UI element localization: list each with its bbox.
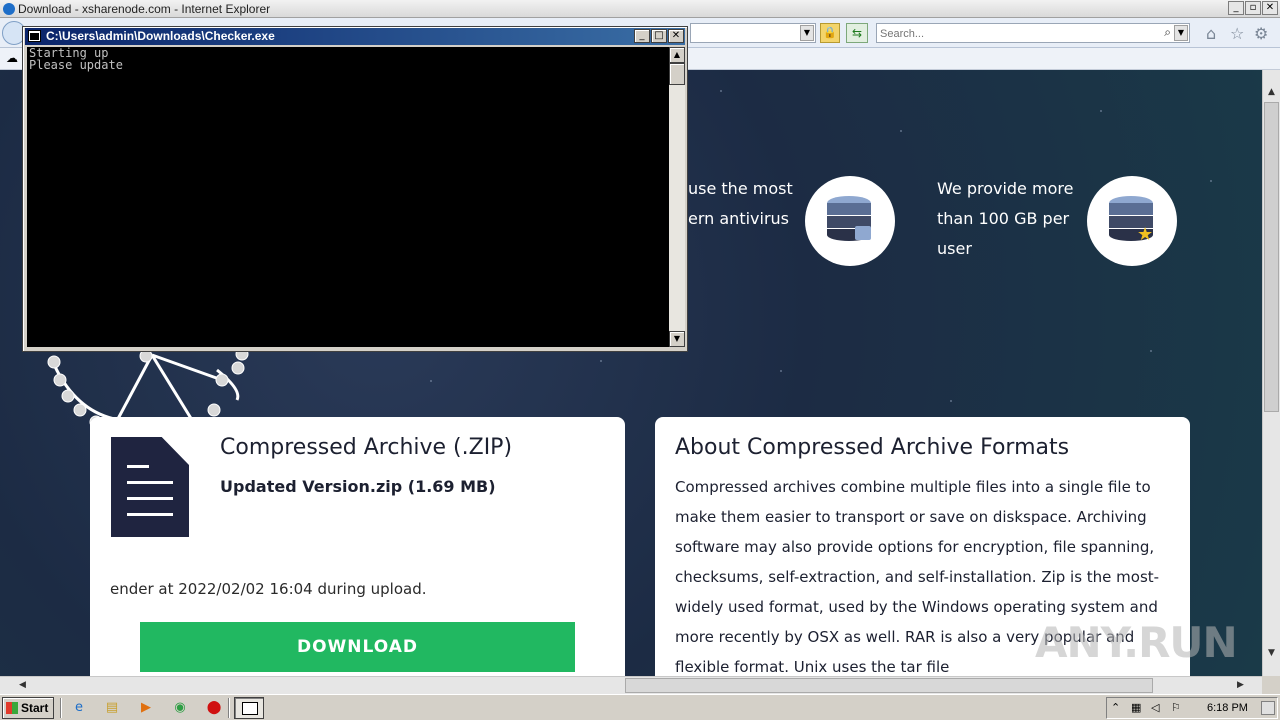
chevron-up-icon[interactable]: ⌃ bbox=[1111, 701, 1120, 714]
file-card: Compressed Archive (.ZIP) Updated Versio… bbox=[90, 417, 625, 676]
start-button[interactable]: Start bbox=[2, 697, 54, 719]
scroll-left-icon[interactable]: ◀ bbox=[14, 677, 31, 694]
feature-text-line: We provide more bbox=[937, 179, 1074, 198]
console-scrollbar[interactable]: ▲ ▼ bbox=[669, 47, 685, 347]
volume-icon[interactable]: ◁ bbox=[1151, 701, 1159, 714]
search-icon[interactable]: ⌕ bbox=[1164, 25, 1171, 40]
opera-icon[interactable]: ⬤ bbox=[203, 698, 225, 718]
taskbar: Start e ▤ ▶ ◉ ⬤ ⌃ ▦ ◁ ⚐ 6:18 PM bbox=[0, 694, 1280, 720]
vertical-scrollbar[interactable]: ▲ ▼ bbox=[1262, 70, 1280, 676]
anyrun-watermark: ANY.RUN bbox=[1035, 618, 1238, 667]
console-window: C:\Users\admin\Downloads\Checker.exe _ □… bbox=[22, 26, 688, 352]
favorites-star-icon[interactable]: ☆ bbox=[1230, 24, 1244, 43]
taskbar-console-button[interactable] bbox=[234, 697, 264, 719]
system-tray: ⌃ ▦ ◁ ⚐ 6:18 PM bbox=[1106, 697, 1278, 719]
chevron-down-icon[interactable]: ▼ bbox=[800, 25, 814, 41]
network-icon[interactable]: ▦ bbox=[1131, 701, 1141, 714]
scroll-right-icon[interactable]: ▶ bbox=[1232, 677, 1249, 694]
gear-icon[interactable]: ⚙ bbox=[1254, 24, 1268, 43]
console-icon bbox=[28, 30, 41, 42]
show-desktop-button[interactable] bbox=[1261, 701, 1275, 715]
about-title: About Compressed Archive Formats bbox=[675, 435, 1070, 460]
scroll-up-icon[interactable]: ▲ bbox=[1263, 84, 1280, 101]
feature-text-line: ern antivirus bbox=[688, 209, 789, 228]
document-icon bbox=[111, 437, 189, 537]
download-button[interactable]: DOWNLOAD bbox=[140, 622, 575, 672]
database-star-icon: ★ bbox=[1087, 176, 1177, 266]
feature-antivirus-text: use the most ern antivirus bbox=[688, 174, 793, 234]
scroll-down-icon[interactable]: ▼ bbox=[669, 331, 685, 347]
cloud-download-icon[interactable]: ☁ bbox=[6, 51, 18, 65]
feature-text-line: user bbox=[937, 239, 972, 258]
ie-titlebar: Download - xsharenode.com - Internet Exp… bbox=[0, 0, 1280, 18]
start-label: Start bbox=[21, 701, 49, 715]
folder-icon[interactable]: ▤ bbox=[101, 698, 123, 718]
lock-icon[interactable]: 🔒 bbox=[820, 23, 840, 43]
scroll-thumb[interactable] bbox=[669, 63, 685, 85]
console-close-button[interactable]: ✕ bbox=[668, 29, 684, 43]
horizontal-scrollbar[interactable]: ◀ ▶ bbox=[0, 676, 1262, 694]
feature-text-line: use the most bbox=[688, 179, 793, 198]
database-lock-icon bbox=[805, 176, 895, 266]
restore-button[interactable]: ▫ bbox=[1245, 1, 1261, 15]
scroll-up-icon[interactable]: ▲ bbox=[669, 47, 685, 63]
ie-window-title: Download - xsharenode.com - Internet Exp… bbox=[18, 2, 271, 16]
console-title: C:\Users\admin\Downloads\Checker.exe bbox=[46, 29, 275, 43]
flag-icon[interactable]: ⚐ bbox=[1171, 701, 1181, 714]
file-name: Updated Version.zip (1.69 MB) bbox=[220, 477, 496, 496]
ie-app-icon bbox=[3, 3, 15, 15]
minimize-button[interactable]: _ bbox=[1228, 1, 1244, 15]
scroll-thumb[interactable] bbox=[625, 678, 1153, 693]
media-player-icon[interactable]: ▶ bbox=[135, 698, 157, 718]
scroll-thumb[interactable] bbox=[1264, 102, 1279, 412]
console-maximize-button[interactable]: □ bbox=[651, 29, 667, 43]
search-input[interactable] bbox=[880, 26, 1150, 41]
console-window-controls: _ □ ✕ bbox=[634, 29, 684, 43]
home-icon[interactable]: ⌂ bbox=[1206, 24, 1216, 43]
feature-text-line: than 100 GB per bbox=[937, 209, 1070, 228]
console-minimize-button[interactable]: _ bbox=[634, 29, 650, 43]
close-button[interactable]: ✕ bbox=[1262, 1, 1278, 15]
address-bar-dropdown[interactable]: ▼ bbox=[690, 23, 816, 43]
console-output[interactable]: Starting up Please update bbox=[27, 47, 669, 347]
search-dropdown-icon[interactable]: ▼ bbox=[1174, 25, 1188, 41]
search-box: ⌕ ▼ bbox=[876, 23, 1190, 43]
windows-logo-icon bbox=[6, 702, 18, 714]
feature-storage-text: We provide more than 100 GB per user bbox=[937, 174, 1073, 264]
clock[interactable]: 6:18 PM bbox=[1207, 702, 1248, 714]
scroll-down-icon[interactable]: ▼ bbox=[1263, 645, 1280, 662]
ie-icon[interactable]: e bbox=[68, 698, 90, 718]
chrome-icon[interactable]: ◉ bbox=[169, 698, 191, 718]
ie-window-controls: _ ▫ ✕ bbox=[1228, 1, 1278, 15]
console-titlebar[interactable]: C:\Users\admin\Downloads\Checker.exe _ □… bbox=[25, 28, 685, 45]
refresh-button[interactable]: ⇆ bbox=[846, 23, 868, 43]
file-type-title: Compressed Archive (.ZIP) bbox=[220, 435, 513, 460]
console-text: Starting up Please update bbox=[29, 46, 123, 72]
scan-status-text: ender at 2022/02/02 16:04 during upload. bbox=[110, 580, 427, 598]
